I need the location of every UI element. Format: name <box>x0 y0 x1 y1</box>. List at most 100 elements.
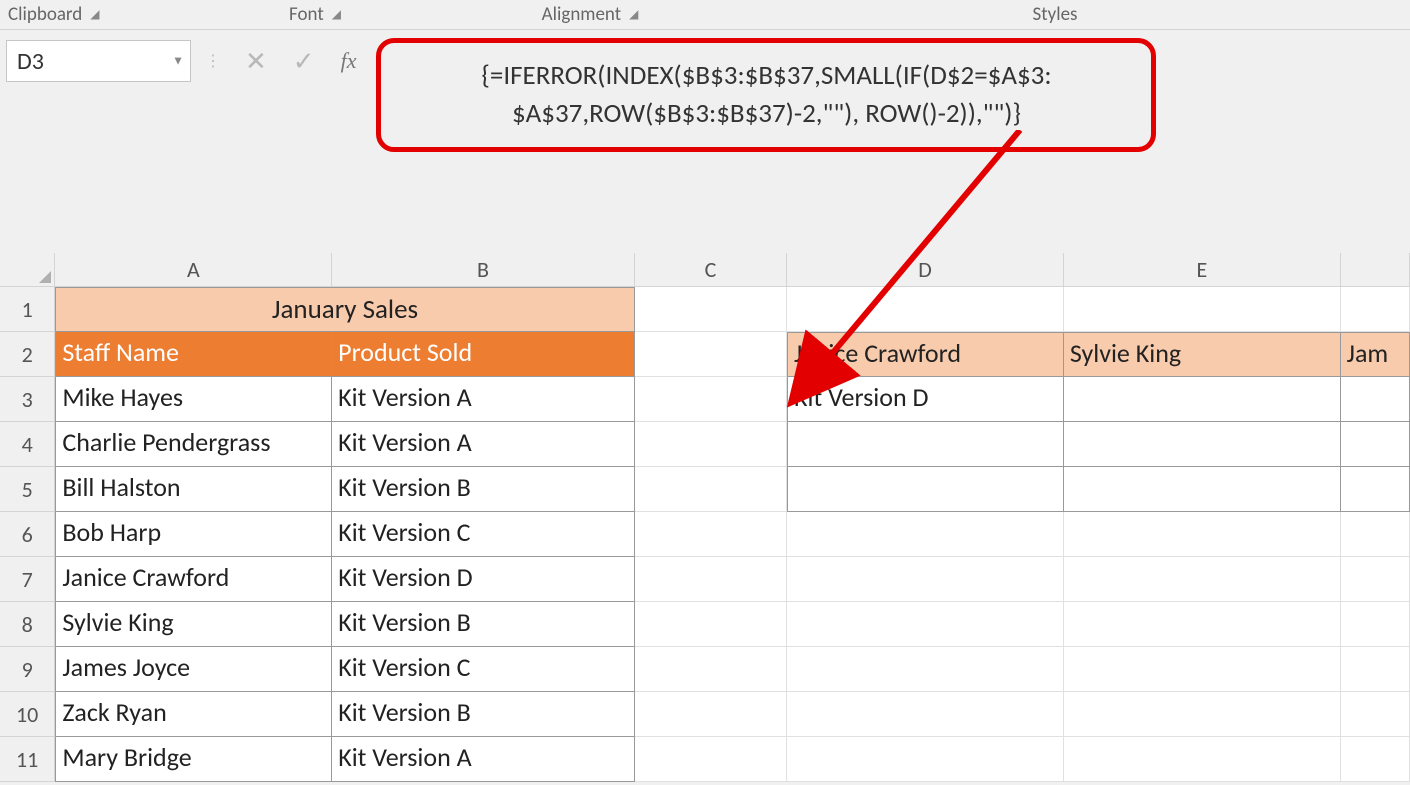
cell[interactable] <box>1341 422 1410 467</box>
cell[interactable]: Janice Crawford <box>55 557 332 602</box>
ribbon-label: Styles <box>1033 3 1078 26</box>
cell[interactable] <box>635 377 787 422</box>
cell[interactable]: Kit Version B <box>332 467 635 512</box>
cell[interactable] <box>787 647 1064 692</box>
formula-bar: D3 ▼ ⋮ ✕ ✓ fx {=IFERROR(INDEX($B$3:$B$37… <box>0 30 1410 230</box>
cell[interactable] <box>787 602 1064 647</box>
name-box[interactable]: D3 ▼ <box>6 40 191 82</box>
cell[interactable] <box>1341 467 1410 512</box>
lookup-header-f[interactable]: Jam <box>1341 332 1410 377</box>
cell[interactable] <box>1341 647 1410 692</box>
table-row: 2 Staff Name Product Sold Janice Crawfor… <box>0 332 1410 377</box>
cell[interactable] <box>1064 602 1341 647</box>
cell[interactable] <box>1064 692 1341 737</box>
cell[interactable] <box>1341 737 1410 782</box>
cell[interactable] <box>1341 512 1410 557</box>
cell[interactable] <box>1064 467 1341 512</box>
row-header[interactable]: 3 <box>0 377 55 422</box>
dialog-launcher-icon[interactable]: ◢ <box>332 7 341 22</box>
row-header[interactable]: 6 <box>0 512 55 557</box>
cell[interactable] <box>787 737 1064 782</box>
cell[interactable] <box>787 692 1064 737</box>
cell[interactable] <box>1064 647 1341 692</box>
row-header[interactable]: 4 <box>0 422 55 467</box>
ribbon-group-labels: Clipboard ◢ Font ◢ Alignment ◢ Styles <box>0 0 1410 30</box>
cell[interactable] <box>635 647 787 692</box>
cell[interactable]: Kit Version A <box>332 737 635 782</box>
cell[interactable] <box>635 602 787 647</box>
annotation-arrow <box>770 130 1050 410</box>
cell[interactable] <box>1341 692 1410 737</box>
cell[interactable] <box>635 512 787 557</box>
cell[interactable] <box>1064 287 1341 332</box>
cell[interactable] <box>787 467 1064 512</box>
ribbon-group-font[interactable]: Font ◢ <box>150 0 480 29</box>
col-header-F[interactable] <box>1341 253 1410 286</box>
cell[interactable] <box>1064 512 1341 557</box>
cell[interactable]: Mary Bridge <box>55 737 332 782</box>
col-header-C[interactable]: C <box>635 253 787 286</box>
cell[interactable] <box>1064 557 1341 602</box>
row-header[interactable]: 11 <box>0 737 55 782</box>
lookup-header-e[interactable]: Sylvie King <box>1064 332 1341 377</box>
cell[interactable]: Kit Version D <box>332 557 635 602</box>
row-header[interactable]: 7 <box>0 557 55 602</box>
row-header[interactable]: 9 <box>0 647 55 692</box>
cell[interactable] <box>787 557 1064 602</box>
select-all-corner[interactable] <box>0 253 55 286</box>
cell[interactable] <box>635 692 787 737</box>
header-product-sold[interactable]: Product Sold <box>332 332 635 377</box>
dialog-launcher-icon[interactable]: ◢ <box>90 7 99 22</box>
cell[interactable] <box>635 467 787 512</box>
divider: ⋮ <box>191 40 235 82</box>
spreadsheet-grid[interactable]: A B C D E 1 January Sales 2 Staff Name P… <box>0 253 1410 782</box>
cell[interactable] <box>1064 422 1341 467</box>
cell[interactable]: Kit Version A <box>332 422 635 467</box>
header-staff-name[interactable]: Staff Name <box>55 332 332 377</box>
cell[interactable] <box>635 332 787 377</box>
cell[interactable] <box>1341 287 1410 332</box>
row-header[interactable]: 2 <box>0 332 55 377</box>
cell[interactable]: Kit Version B <box>332 692 635 737</box>
ribbon-group-clipboard[interactable]: Clipboard ◢ <box>0 0 150 29</box>
col-header-A[interactable]: A <box>55 253 332 286</box>
cell[interactable]: James Joyce <box>55 647 332 692</box>
cell[interactable]: Kit Version A <box>332 377 635 422</box>
col-header-B[interactable]: B <box>332 253 635 286</box>
row-header[interactable]: 10 <box>0 692 55 737</box>
cell[interactable] <box>787 512 1064 557</box>
col-header-E[interactable]: E <box>1064 253 1341 286</box>
cell[interactable]: Kit Version B <box>332 602 635 647</box>
cancel-icon[interactable]: ✕ <box>245 45 267 77</box>
cell[interactable] <box>1064 737 1341 782</box>
enter-icon[interactable]: ✓ <box>293 45 315 77</box>
cell[interactable]: Kit Version C <box>332 647 635 692</box>
cell[interactable]: Mike Hayes <box>55 377 332 422</box>
cell[interactable] <box>1341 377 1410 422</box>
cell[interactable] <box>1064 377 1341 422</box>
chevron-down-icon[interactable]: ▼ <box>172 54 184 69</box>
cell[interactable] <box>787 422 1064 467</box>
ribbon-group-alignment[interactable]: Alignment ◢ <box>480 0 700 29</box>
cell[interactable]: Sylvie King <box>55 602 332 647</box>
cell[interactable]: Zack Ryan <box>55 692 332 737</box>
cell[interactable] <box>635 557 787 602</box>
ribbon-label: Alignment <box>542 3 621 26</box>
cell[interactable]: Bob Harp <box>55 512 332 557</box>
ribbon-group-styles[interactable]: Styles <box>700 0 1410 29</box>
title-cell[interactable]: January Sales <box>55 287 634 332</box>
cell[interactable] <box>635 287 787 332</box>
cell[interactable]: Bill Halston <box>55 467 332 512</box>
row-header[interactable]: 8 <box>0 602 55 647</box>
row-header[interactable]: 5 <box>0 467 55 512</box>
row-header[interactable]: 1 <box>0 287 55 332</box>
dialog-launcher-icon[interactable]: ◢ <box>629 7 638 22</box>
cell[interactable]: Kit Version C <box>332 512 635 557</box>
cell[interactable] <box>1341 557 1410 602</box>
cell[interactable] <box>1341 602 1410 647</box>
fx-icon[interactable]: fx <box>341 48 357 74</box>
column-headers: A B C D E <box>0 253 1410 287</box>
cell[interactable] <box>635 422 787 467</box>
cell[interactable]: Charlie Pendergrass <box>55 422 332 467</box>
cell[interactable] <box>635 737 787 782</box>
